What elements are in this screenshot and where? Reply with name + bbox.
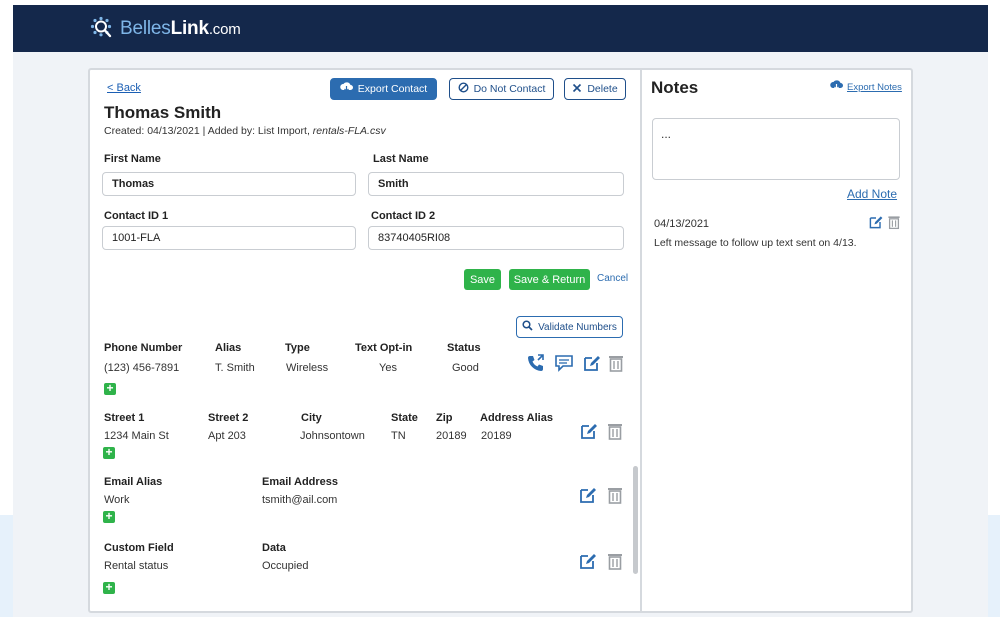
- trash-icon[interactable]: [886, 214, 902, 230]
- phone-type-value: Wireless: [286, 362, 329, 374]
- validate-numbers-label: Validate Numbers: [538, 321, 617, 333]
- address-header-alias: Address Alias: [480, 412, 553, 424]
- trash-icon[interactable]: [605, 421, 625, 441]
- brand-logo[interactable]: BellesLink.com: [90, 16, 241, 42]
- address-street2-value: Apt 203: [208, 430, 246, 442]
- custom-header-data: Data: [262, 542, 286, 554]
- address-alias-value: 20189: [481, 430, 512, 442]
- logo-text: BellesLink.com: [120, 18, 241, 39]
- add-custom-plus-icon[interactable]: +: [103, 581, 115, 594]
- address-header-state: State: [391, 412, 418, 424]
- export-contact-label: Export Contact: [357, 83, 428, 95]
- contact-id2-label: Contact ID 2: [371, 210, 436, 222]
- validate-numbers-button[interactable]: Validate Numbers: [516, 316, 623, 338]
- last-name-field[interactable]: Smith: [368, 172, 624, 196]
- note-input[interactable]: ...: [652, 118, 900, 180]
- email-header-address: Email Address: [262, 476, 339, 488]
- do-not-contact-label: Do Not Contact: [473, 83, 546, 95]
- address-state-value: TN: [391, 430, 406, 442]
- email-address-value: tsmith@ail.com: [262, 494, 338, 506]
- phone-header-status: Status: [447, 342, 481, 354]
- contact-id1-label: Contact ID 1: [104, 210, 169, 222]
- export-notes-link[interactable]: Export Notes: [830, 80, 902, 94]
- edit-icon[interactable]: [578, 551, 598, 571]
- address-street1-value: 1234 Main St: [104, 430, 169, 442]
- cloud-download-icon: [830, 80, 843, 94]
- contact-id1-field[interactable]: 1001-FLA: [102, 226, 356, 250]
- address-header-street1: Street 1: [104, 412, 145, 424]
- phone-header-type: Type: [285, 342, 310, 354]
- edit-icon[interactable]: [578, 485, 598, 505]
- trash-icon[interactable]: [605, 551, 625, 571]
- note-date: 04/13/2021: [654, 218, 710, 230]
- prohibited-icon: [458, 82, 469, 96]
- phone-call-icon[interactable]: [526, 353, 546, 373]
- add-address-plus-icon[interactable]: +: [103, 446, 115, 459]
- created-info: Created: 04/13/2021 | Added by: List Imp…: [104, 125, 386, 137]
- note-text: Left message to follow up text sent on 4…: [654, 237, 857, 249]
- phone-header-optin: Text Opt-in: [355, 342, 413, 354]
- do-not-contact-button[interactable]: Do Not Contact: [449, 78, 554, 100]
- edit-icon[interactable]: [582, 353, 602, 373]
- custom-field-value: Rental status: [104, 560, 169, 572]
- address-header-zip: Zip: [436, 412, 453, 424]
- email-header-alias: Email Alias: [104, 476, 163, 488]
- search-icon: [522, 320, 533, 334]
- delete-label: Delete: [587, 83, 618, 95]
- phone-alias-value: T. Smith: [215, 362, 255, 374]
- export-contact-button[interactable]: Export Contact: [330, 78, 437, 100]
- logo-magnifier-icon: [90, 16, 116, 42]
- custom-header-field: Custom Field: [104, 542, 174, 554]
- trash-icon[interactable]: [605, 485, 625, 505]
- add-phone-plus-icon[interactable]: +: [104, 382, 116, 395]
- notes-title: Notes: [651, 78, 699, 97]
- address-header-city: City: [301, 412, 322, 424]
- custom-data-value: Occupied: [262, 560, 309, 572]
- cancel-link[interactable]: Cancel: [597, 273, 628, 284]
- address-zip-value: 20189: [436, 430, 467, 442]
- panel-divider: [640, 70, 642, 613]
- trash-icon[interactable]: [606, 353, 626, 373]
- address-header-street2: Street 2: [208, 412, 249, 424]
- phone-number-value: (123) 456-7891: [104, 362, 180, 374]
- phone-status-value: Good: [452, 362, 479, 374]
- export-notes-label: Export Notes: [847, 81, 902, 93]
- first-name-field[interactable]: Thomas: [102, 172, 356, 196]
- delete-button[interactable]: Delete: [564, 78, 626, 100]
- phone-optin-value: Yes: [379, 362, 397, 374]
- close-icon: [572, 83, 582, 96]
- last-name-label: Last Name: [373, 153, 429, 165]
- edit-icon[interactable]: [579, 421, 599, 441]
- address-city-value: Johnsontown: [300, 430, 365, 442]
- message-icon[interactable]: [554, 353, 574, 373]
- phone-header-number: Phone Number: [104, 342, 183, 354]
- contact-name: Thomas Smith: [104, 103, 222, 122]
- contact-id2-field[interactable]: 83740405RI08: [368, 226, 624, 250]
- scrollbar-thumb[interactable]: [633, 466, 638, 574]
- phone-header-alias: Alias: [215, 342, 242, 354]
- save-button[interactable]: Save: [464, 269, 501, 290]
- add-email-plus-icon[interactable]: +: [103, 510, 115, 523]
- back-link[interactable]: < Back: [107, 82, 141, 94]
- save-return-button[interactable]: Save & Return: [509, 269, 590, 290]
- add-note-link[interactable]: Add Note: [847, 187, 897, 201]
- first-name-label: First Name: [104, 153, 161, 165]
- edit-icon[interactable]: [868, 214, 884, 230]
- email-alias-value: Work: [104, 494, 130, 506]
- cloud-download-icon: [340, 82, 353, 96]
